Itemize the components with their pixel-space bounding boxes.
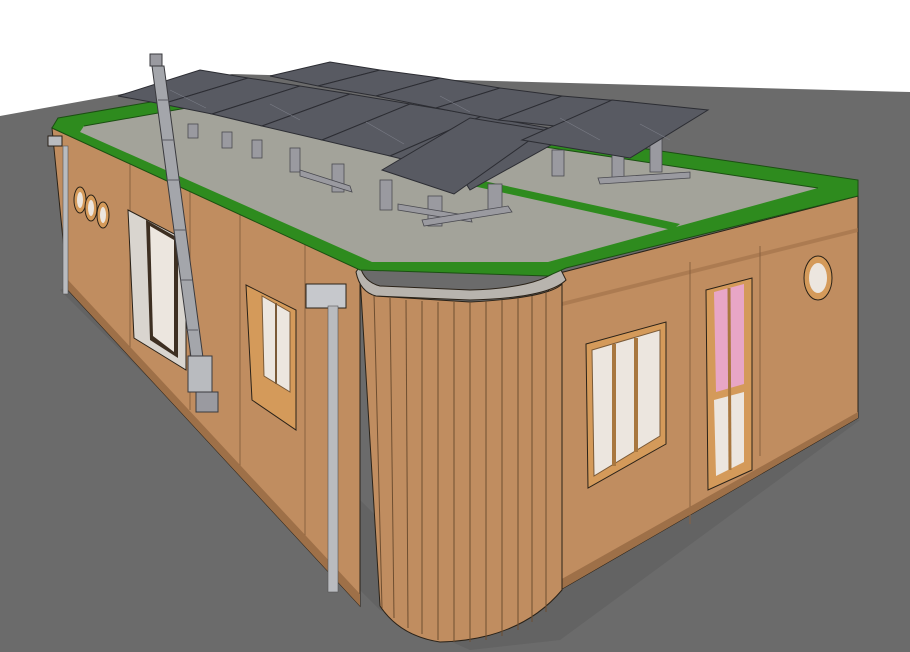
porthole-window [803, 255, 833, 301]
door-glazed-pink [705, 277, 753, 491]
porthole-window [84, 194, 98, 222]
building-model-viewport [0, 0, 910, 652]
porthole-window [73, 186, 87, 214]
curved-corner-wall [355, 264, 567, 643]
porthole-window [96, 201, 110, 229]
